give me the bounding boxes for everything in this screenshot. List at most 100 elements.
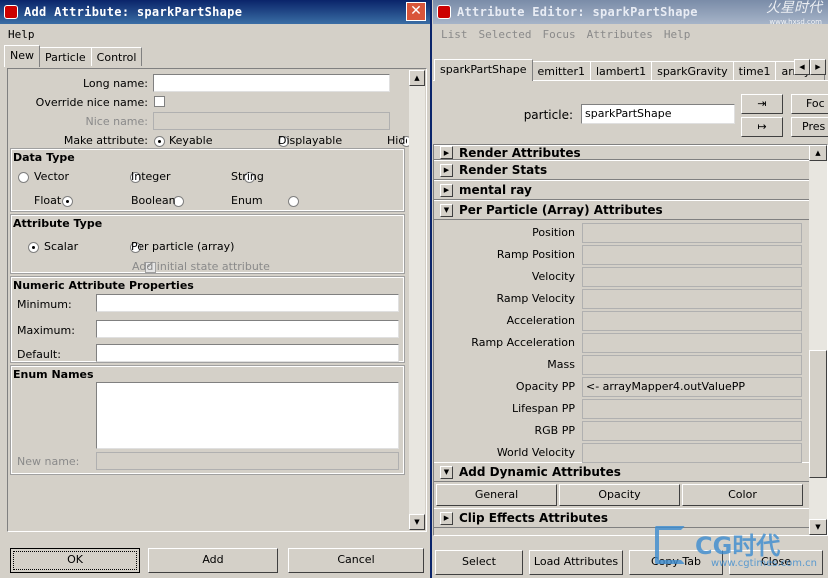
float-radio[interactable] xyxy=(61,195,73,207)
minimum-input[interactable] xyxy=(96,294,399,312)
vector-radio[interactable] xyxy=(18,171,29,183)
tab-time1[interactable]: time1 xyxy=(732,61,777,80)
override-nice-name-checkbox[interactable] xyxy=(154,96,165,107)
menu-list[interactable]: List xyxy=(441,28,468,41)
presets-button[interactable]: Pres xyxy=(791,117,828,137)
pp-row-field[interactable] xyxy=(582,443,802,463)
tab-particle[interactable]: Particle xyxy=(39,47,92,66)
select-output-button[interactable]: ↦ xyxy=(741,117,783,137)
scalar-radio[interactable] xyxy=(28,241,39,253)
menu-help[interactable]: Help xyxy=(8,28,35,41)
pp-row-field[interactable] xyxy=(582,245,802,265)
focus-button[interactable]: Foc xyxy=(791,94,828,114)
section-title: Per Particle (Array) Attributes xyxy=(459,203,663,217)
pp-row-field[interactable] xyxy=(582,355,802,375)
tab-scroll-right-button[interactable]: ▶ xyxy=(810,59,826,75)
opacity-button[interactable]: Opacity xyxy=(559,484,680,506)
scroll-down-button[interactable]: ▼ xyxy=(809,519,827,535)
select-input-button[interactable]: ⇥ xyxy=(741,94,783,114)
keyable-radio[interactable] xyxy=(154,135,165,147)
expand-arrow-icon[interactable]: ▶ xyxy=(440,511,453,525)
general-button[interactable]: General xyxy=(436,484,557,506)
tab-sparkgravity[interactable]: sparkGravity xyxy=(651,61,734,80)
enum-radio[interactable] xyxy=(287,195,299,207)
long-name-label: Long name: xyxy=(82,77,148,90)
particle-name-input[interactable]: sparkPartShape xyxy=(581,104,735,124)
tab-emitter1[interactable]: emitter1 xyxy=(531,61,591,80)
ok-button[interactable]: OK xyxy=(10,548,140,573)
section-render-stats[interactable]: ▶ Render Stats xyxy=(434,160,827,180)
close-button[interactable]: ✕ xyxy=(406,2,426,21)
vertical-scrollbar[interactable]: ▲ ▼ xyxy=(809,145,827,535)
add-button[interactable]: Add xyxy=(148,548,278,573)
expand-arrow-icon[interactable]: ▶ xyxy=(440,183,453,197)
close-button[interactable]: Close xyxy=(729,550,823,575)
section-title: Render Stats xyxy=(459,163,548,177)
copy-tab-button[interactable]: Copy Tab xyxy=(629,550,723,575)
integer-label: Integer xyxy=(131,170,171,183)
add-attribute-titlebar[interactable]: Add Attribute: sparkPartShape ✕ xyxy=(0,0,430,24)
enum-names-group: Enum Names New name: xyxy=(10,365,405,475)
minimum-label: Minimum: xyxy=(17,298,72,311)
pp-row-field[interactable] xyxy=(582,289,802,309)
collapse-arrow-icon[interactable]: ▼ xyxy=(440,465,453,479)
tab-sparkpartshape[interactable]: sparkPartShape xyxy=(434,59,533,81)
hidden-label: Hidd xyxy=(387,134,407,147)
color-button[interactable]: Color xyxy=(682,484,803,506)
pp-row: Lifespan PP xyxy=(434,398,809,420)
pp-row-field[interactable] xyxy=(582,267,802,287)
tab-lambert1[interactable]: lambert1 xyxy=(589,61,653,80)
vertical-scrollbar[interactable]: ▲ ▼ xyxy=(409,70,425,530)
section-mental-ray[interactable]: ▶ mental ray xyxy=(434,180,827,200)
menu-focus[interactable]: Focus xyxy=(542,28,575,41)
scroll-down-button[interactable]: ▼ xyxy=(409,514,425,530)
scroll-thumb[interactable] xyxy=(809,350,827,478)
pp-row-field[interactable]: <- arrayMapper4.outValuePP xyxy=(582,377,802,397)
scroll-up-button[interactable]: ▲ xyxy=(809,145,827,161)
menu-bar: Help xyxy=(0,24,430,44)
menu-attributes[interactable]: Attributes xyxy=(587,28,653,41)
long-name-input[interactable] xyxy=(153,74,390,92)
maximum-input[interactable] xyxy=(96,320,399,338)
enum-names-title: Enum Names xyxy=(13,368,94,381)
tab-new[interactable]: New xyxy=(4,45,40,67)
data-type-title: Data Type xyxy=(13,151,75,164)
pp-row-field[interactable] xyxy=(582,421,802,441)
tab-control[interactable]: Control xyxy=(90,47,143,66)
section-clip-effects-attributes[interactable]: ▶ Clip Effects Attributes xyxy=(434,508,827,528)
select-button[interactable]: Select xyxy=(435,550,523,575)
load-attributes-button[interactable]: Load Attributes xyxy=(529,550,623,575)
vector-label: Vector xyxy=(34,170,70,183)
maximum-label: Maximum: xyxy=(17,324,75,337)
section-add-dynamic-attributes[interactable]: ▼ Add Dynamic Attributes xyxy=(434,462,827,482)
pp-row-field[interactable] xyxy=(582,399,802,419)
enum-label: Enum xyxy=(231,194,263,207)
pp-row: Ramp Velocity xyxy=(434,288,809,310)
particle-label: particle: xyxy=(523,108,573,122)
pp-row-label: World Velocity xyxy=(496,446,575,459)
pp-row-field[interactable] xyxy=(582,311,802,331)
enum-names-list[interactable] xyxy=(96,382,399,449)
cancel-button[interactable]: Cancel xyxy=(288,548,424,573)
per-particle-label: Per particle (array) xyxy=(131,240,235,253)
tab-scroll-left-button[interactable]: ◀ xyxy=(794,59,810,75)
make-attribute-label: Make attribute: xyxy=(63,134,148,147)
pp-row: Opacity PP <- arrayMapper4.outValuePP xyxy=(434,376,809,398)
pp-row-label: Ramp Acceleration xyxy=(471,336,575,349)
expand-arrow-icon[interactable]: ▶ xyxy=(440,146,453,159)
attribute-type-title: Attribute Type xyxy=(13,217,103,230)
expand-arrow-icon[interactable]: ▶ xyxy=(440,163,453,177)
section-per-particle-attributes[interactable]: ▼ Per Particle (Array) Attributes xyxy=(434,200,827,220)
collapse-arrow-icon[interactable]: ▼ xyxy=(440,203,453,217)
dynamic-buttons-row: General Opacity Color xyxy=(434,482,827,508)
hxsd-watermark: 火星时代 www.hxsd.com xyxy=(766,1,822,28)
attribute-editor-titlebar[interactable]: Attribute Editor: sparkPartShape 火星时代 ww… xyxy=(433,0,828,26)
section-title: Add Dynamic Attributes xyxy=(459,465,621,479)
pp-row-field[interactable] xyxy=(582,333,802,353)
menu-help[interactable]: Help xyxy=(664,28,691,41)
menu-selected[interactable]: Selected xyxy=(479,28,532,41)
pp-row-field[interactable] xyxy=(582,223,802,243)
scroll-up-button[interactable]: ▲ xyxy=(409,70,425,86)
default-input[interactable] xyxy=(96,344,399,362)
section-render-attributes[interactable]: ▶ Render Attributes xyxy=(434,145,827,160)
